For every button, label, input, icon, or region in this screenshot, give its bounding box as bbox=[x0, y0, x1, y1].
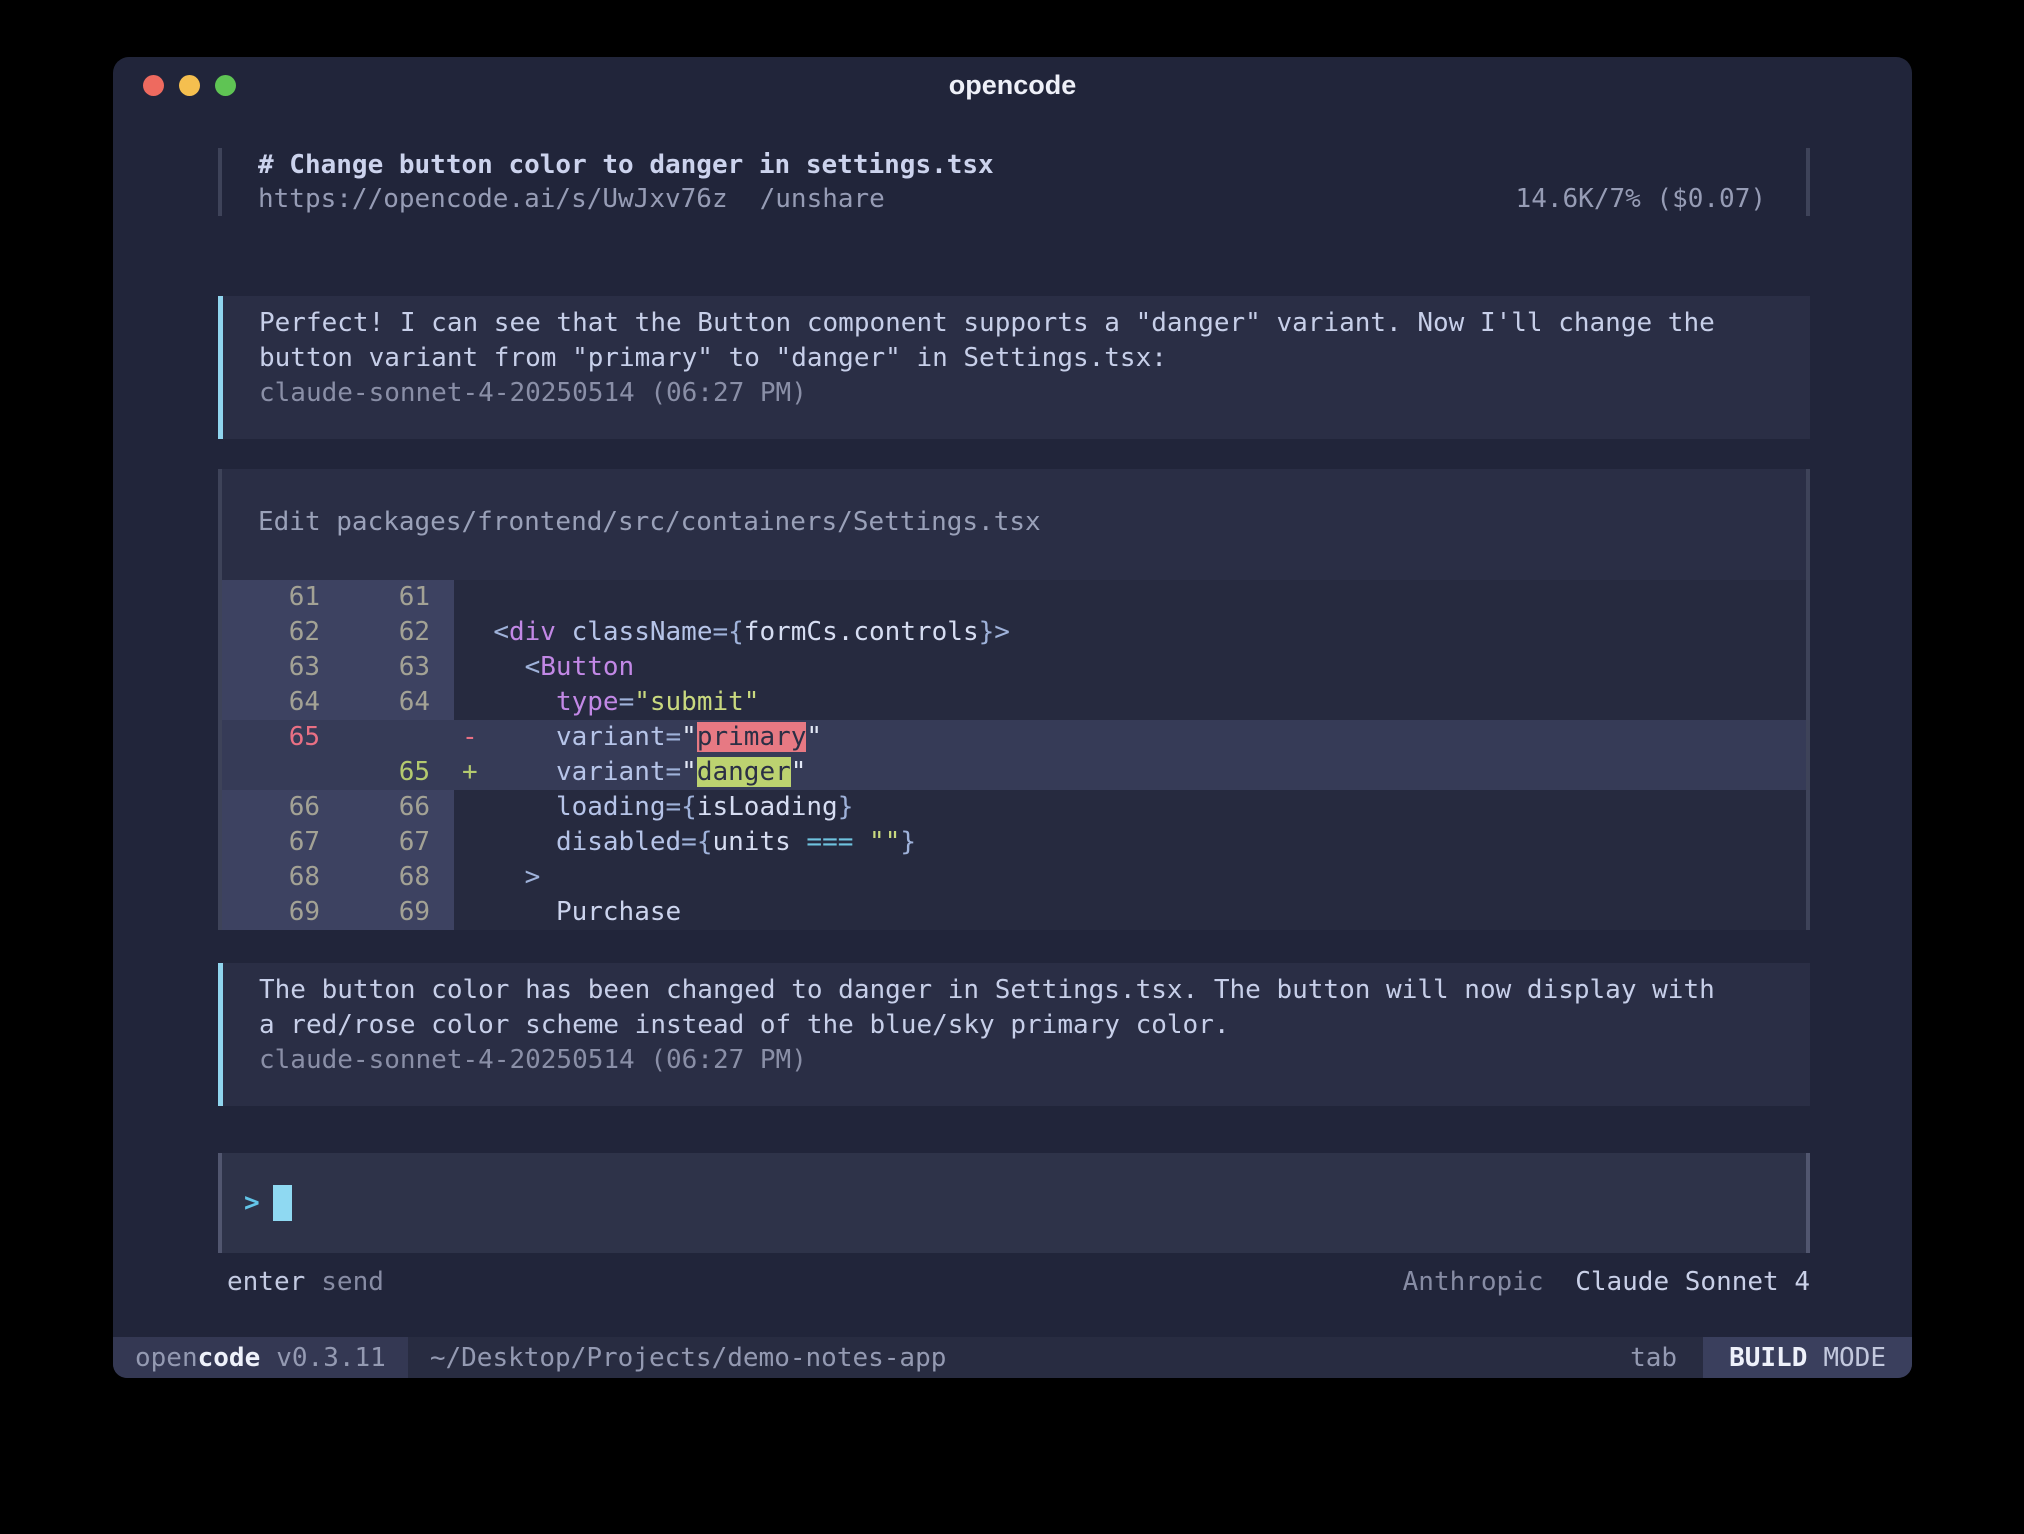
diff-row: 67 67 disabled={units === ""} bbox=[222, 825, 1806, 860]
diff-view: 61 61 62 62 <div className={formCs.contr… bbox=[222, 580, 1806, 930]
app-name: open bbox=[135, 1343, 198, 1373]
line-number-new: 61 bbox=[344, 580, 454, 615]
line-number-new: 63 bbox=[344, 650, 454, 685]
titlebar: opencode bbox=[113, 57, 1912, 113]
provider-label: Anthropic bbox=[1403, 1267, 1544, 1297]
diff-row: 65 - variant="primary" bbox=[222, 720, 1806, 755]
message-meta: claude-sonnet-4-20250514 (06:27 PM) bbox=[259, 1043, 1732, 1078]
context-usage: 14.6K/7% ($0.07) bbox=[1516, 182, 1806, 216]
diff-marker bbox=[462, 687, 478, 717]
diff-marker bbox=[462, 827, 478, 857]
diff-marker bbox=[462, 652, 478, 682]
line-number-new: 64 bbox=[344, 685, 454, 720]
line-number-new: 65 bbox=[344, 755, 454, 790]
edit-tool-card: Edit packages/frontend/src/containers/Se… bbox=[218, 469, 1810, 930]
tab-key-hint: tab bbox=[1630, 1343, 1703, 1373]
app-version: v0.3.11 bbox=[276, 1343, 386, 1373]
diff-code-line: type="submit" bbox=[454, 685, 1806, 720]
edit-file-path: Edit packages/frontend/src/containers/Se… bbox=[222, 469, 1806, 580]
diff-code-line bbox=[454, 580, 1806, 615]
diff-row: 63 63 <Button bbox=[222, 650, 1806, 685]
traffic-lights bbox=[143, 57, 236, 113]
line-number-old: 64 bbox=[222, 685, 344, 720]
diff-row: 68 68 > bbox=[222, 860, 1806, 895]
message-text: Perfect! I can see that the Button compo… bbox=[259, 306, 1732, 376]
assistant-message: The button color has been changed to dan… bbox=[218, 963, 1810, 1106]
unshare-command[interactable]: /unshare bbox=[760, 182, 885, 216]
line-number-old: 62 bbox=[222, 615, 344, 650]
line-number-new: 67 bbox=[344, 825, 454, 860]
line-number-new: 66 bbox=[344, 790, 454, 825]
diff-row: 64 64 type="submit" bbox=[222, 685, 1806, 720]
mode-suffix: MODE bbox=[1823, 1343, 1886, 1373]
line-number-new: 69 bbox=[344, 895, 454, 930]
message-meta: claude-sonnet-4-20250514 (06:27 PM) bbox=[259, 376, 1732, 411]
line-number-old: 61 bbox=[222, 580, 344, 615]
diff-code-line: - variant="primary" bbox=[454, 720, 1806, 755]
line-number-old bbox=[222, 755, 344, 790]
minimize-button[interactable] bbox=[179, 75, 200, 96]
chat-input[interactable]: > bbox=[218, 1153, 1810, 1253]
main-content: # Change button color to danger in setti… bbox=[113, 113, 1912, 1337]
diff-code-line: Purchase bbox=[454, 895, 1806, 930]
share-url[interactable]: https://opencode.ai/s/UwJxv76z bbox=[258, 182, 728, 216]
line-number-old: 65 bbox=[222, 720, 344, 755]
diff-code-line: loading={isLoading} bbox=[454, 790, 1806, 825]
session-header: # Change button color to danger in setti… bbox=[218, 148, 1810, 216]
hint-row: enter send Anthropic Claude Sonnet 4 bbox=[218, 1265, 1810, 1300]
line-number-old: 68 bbox=[222, 860, 344, 895]
mode-name: BUILD bbox=[1729, 1343, 1807, 1373]
app-version-badge: opencode v0.3.11 bbox=[113, 1337, 408, 1378]
diff-row: 65 + variant="danger" bbox=[222, 755, 1806, 790]
enter-key-hint: enter bbox=[227, 1265, 305, 1300]
zoom-button[interactable] bbox=[215, 75, 236, 96]
model-label: Claude Sonnet 4 bbox=[1575, 1267, 1810, 1297]
line-number-old: 69 bbox=[222, 895, 344, 930]
assistant-message: Perfect! I can see that the Button compo… bbox=[218, 296, 1810, 439]
line-number-old: 66 bbox=[222, 790, 344, 825]
status-bar: opencode v0.3.11 ~/Desktop/Projects/demo… bbox=[113, 1337, 1912, 1378]
diff-marker bbox=[462, 617, 478, 647]
send-label: send bbox=[321, 1265, 384, 1300]
diff-code-line: + variant="danger" bbox=[454, 755, 1806, 790]
diff-marker: - bbox=[462, 722, 478, 752]
diff-marker bbox=[462, 582, 478, 612]
diff-marker bbox=[462, 792, 478, 822]
working-directory: ~/Desktop/Projects/demo-notes-app bbox=[430, 1343, 947, 1373]
diff-row: 62 62 <div className={formCs.controls}> bbox=[222, 615, 1806, 650]
diff-marker bbox=[462, 862, 478, 892]
close-button[interactable] bbox=[143, 75, 164, 96]
app-window: opencode # Change button color to danger… bbox=[113, 57, 1912, 1378]
window-title: opencode bbox=[949, 70, 1077, 101]
line-number-new: 62 bbox=[344, 615, 454, 650]
diff-marker bbox=[462, 897, 478, 927]
line-number-old: 67 bbox=[222, 825, 344, 860]
line-number-new: 68 bbox=[344, 860, 454, 895]
line-number-old: 63 bbox=[222, 650, 344, 685]
message-text: The button color has been changed to dan… bbox=[259, 973, 1732, 1043]
session-title: # Change button color to danger in setti… bbox=[258, 148, 1806, 182]
line-number-new bbox=[344, 720, 454, 755]
diff-code-line: <Button bbox=[454, 650, 1806, 685]
diff-row: 61 61 bbox=[222, 580, 1806, 615]
diff-code-line: <div className={formCs.controls}> bbox=[454, 615, 1806, 650]
prompt-icon: > bbox=[244, 1188, 260, 1218]
spacer bbox=[218, 1300, 1810, 1337]
build-mode-badge[interactable]: BUILD MODE bbox=[1703, 1337, 1912, 1378]
text-cursor bbox=[273, 1185, 292, 1221]
diff-code-line: disabled={units === ""} bbox=[454, 825, 1806, 860]
diff-row: 69 69 Purchase bbox=[222, 895, 1806, 930]
diff-rows: 61 61 62 62 <div className={formCs.contr… bbox=[222, 580, 1806, 930]
diff-row: 66 66 loading={isLoading} bbox=[222, 790, 1806, 825]
diff-marker: + bbox=[462, 757, 478, 787]
diff-code-line: > bbox=[454, 860, 1806, 895]
